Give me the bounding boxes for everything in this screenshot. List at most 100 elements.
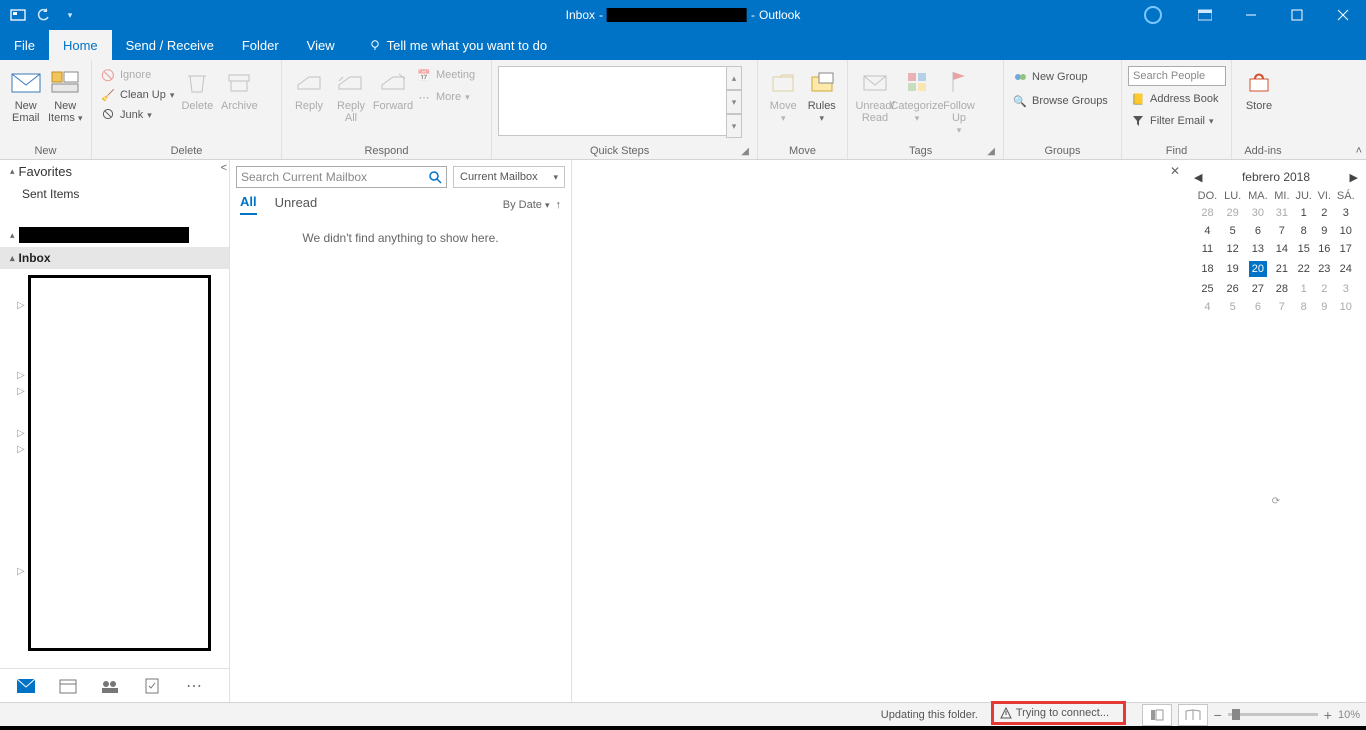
- calendar-day[interactable]: 3: [1334, 204, 1358, 222]
- calendar-day[interactable]: 8: [1292, 222, 1315, 240]
- search-people-input[interactable]: Search People: [1128, 66, 1226, 86]
- quick-steps-expand[interactable]: ▾: [726, 114, 742, 138]
- folder-expand-icon[interactable]: ▷: [17, 566, 25, 577]
- zoom-slider[interactable]: [1228, 713, 1318, 716]
- calendar-day[interactable]: 13: [1244, 240, 1271, 258]
- calendar-day[interactable]: 14: [1271, 240, 1292, 258]
- tags-launcher-icon[interactable]: ◢: [987, 146, 997, 157]
- view-normal-button[interactable]: [1142, 704, 1172, 726]
- more-respond-button[interactable]: ⋯More▾: [414, 88, 477, 106]
- calendar-day[interactable]: 1: [1292, 280, 1315, 298]
- calendar-grid[interactable]: DO.LU.MA.MI.JU.VI.SÁ. 282930311234567891…: [1194, 188, 1358, 316]
- todo-bar-close-icon[interactable]: ✕: [1170, 164, 1180, 178]
- calendar-day[interactable]: 3: [1334, 280, 1358, 298]
- calendar-day[interactable]: 9: [1315, 222, 1334, 240]
- calendar-day[interactable]: 8: [1292, 298, 1315, 316]
- delete-button[interactable]: Delete: [176, 64, 218, 114]
- calendar-day[interactable]: 30: [1244, 204, 1271, 222]
- new-group-button[interactable]: New Group: [1010, 68, 1090, 86]
- calendar-day[interactable]: 7: [1271, 222, 1292, 240]
- calendar-day[interactable]: 2: [1315, 280, 1334, 298]
- nav-mail-icon[interactable]: [16, 676, 36, 696]
- calendar-day[interactable]: 17: [1334, 240, 1358, 258]
- rules-button[interactable]: Rules▾: [803, 64, 842, 126]
- nav-people-icon[interactable]: [100, 676, 120, 696]
- sort-direction-icon[interactable]: ↑: [556, 199, 562, 211]
- folder-expand-icon[interactable]: ▷: [17, 386, 25, 397]
- calendar-day[interactable]: 27: [1244, 280, 1271, 298]
- nav-inbox[interactable]: ▴Inbox: [0, 247, 229, 269]
- calendar-day[interactable]: 9: [1315, 298, 1334, 316]
- nav-more-icon[interactable]: ⋯: [184, 676, 204, 696]
- search-icon[interactable]: [428, 170, 442, 184]
- calendar-day[interactable]: 31: [1271, 204, 1292, 222]
- junk-button[interactable]: 🛇Junk▾: [98, 106, 176, 124]
- view-reading-button[interactable]: [1178, 704, 1208, 726]
- archive-button[interactable]: Archive: [218, 64, 260, 114]
- tab-file[interactable]: File: [0, 30, 49, 60]
- filter-email-button[interactable]: Filter Email▾: [1128, 112, 1216, 130]
- folder-expand-icon[interactable]: ▷: [17, 300, 25, 311]
- follow-up-button[interactable]: Follow Up▾: [938, 64, 980, 126]
- tab-view[interactable]: View: [293, 30, 349, 60]
- filter-all[interactable]: All: [240, 194, 257, 215]
- calendar-day[interactable]: 6: [1244, 222, 1271, 240]
- quick-steps-scroll-up[interactable]: ▴: [726, 66, 742, 90]
- tell-me-search[interactable]: Tell me what you want to do: [349, 30, 547, 60]
- calendar-day[interactable]: 1: [1292, 204, 1315, 222]
- tab-folder[interactable]: Folder: [228, 30, 293, 60]
- calendar-day[interactable]: 6: [1244, 298, 1271, 316]
- close-button[interactable]: [1320, 0, 1366, 30]
- calendar-day[interactable]: 5: [1221, 298, 1245, 316]
- calendar-day[interactable]: 4: [1194, 222, 1221, 240]
- calendar-day[interactable]: 24: [1334, 258, 1358, 280]
- search-mailbox-input[interactable]: Search Current Mailbox: [236, 166, 447, 188]
- calendar-next-icon[interactable]: ▶: [1350, 171, 1358, 184]
- ribbon-collapse-button[interactable]: ˄: [1356, 145, 1362, 157]
- zoom-out-button[interactable]: −: [1214, 707, 1222, 723]
- reply-button[interactable]: Reply: [288, 64, 330, 114]
- ribbon-display-options-button[interactable]: [1182, 0, 1228, 30]
- calendar-day[interactable]: 28: [1271, 280, 1292, 298]
- calendar-day[interactable]: 23: [1315, 258, 1334, 280]
- calendar-day[interactable]: 21: [1271, 258, 1292, 280]
- favorites-header[interactable]: ▴Favorites: [0, 160, 229, 183]
- folder-expand-icon[interactable]: ▷: [17, 428, 25, 439]
- calendar-day[interactable]: 22: [1292, 258, 1315, 280]
- zoom-in-button[interactable]: +: [1324, 707, 1332, 723]
- calendar-day[interactable]: 28: [1194, 204, 1221, 222]
- new-items-button[interactable]: New Items ▾: [46, 64, 86, 126]
- minimize-button[interactable]: [1228, 0, 1274, 30]
- nav-tasks-icon[interactable]: [142, 676, 162, 696]
- nav-sent-items[interactable]: Sent Items: [0, 183, 229, 205]
- calendar-day[interactable]: 16: [1315, 240, 1334, 258]
- calendar-day[interactable]: 18: [1194, 258, 1221, 280]
- new-email-button[interactable]: New Email: [6, 64, 46, 126]
- calendar-day[interactable]: 26: [1221, 280, 1245, 298]
- calendar-day[interactable]: 10: [1334, 298, 1358, 316]
- reply-all-button[interactable]: Reply All: [330, 64, 372, 126]
- store-button[interactable]: Store: [1238, 64, 1280, 114]
- forward-button[interactable]: Forward: [372, 64, 414, 114]
- calendar-day[interactable]: 2: [1315, 204, 1334, 222]
- quick-steps-launcher-icon[interactable]: ◢: [741, 146, 751, 157]
- maximize-button[interactable]: [1274, 0, 1320, 30]
- calendar-prev-icon[interactable]: ◀: [1194, 171, 1202, 184]
- cleanup-button[interactable]: 🧹Clean Up▾: [98, 86, 176, 104]
- search-scope-dropdown[interactable]: Current Mailbox▾: [453, 166, 565, 188]
- quick-steps-scroll-down[interactable]: ▾: [726, 90, 742, 114]
- calendar-day[interactable]: 12: [1221, 240, 1245, 258]
- ignore-button[interactable]: 🚫Ignore: [98, 66, 176, 84]
- cortana-icon[interactable]: [1144, 6, 1162, 24]
- calendar-day[interactable]: 7: [1271, 298, 1292, 316]
- calendar-day[interactable]: 4: [1194, 298, 1221, 316]
- folder-expand-icon[interactable]: ▷: [17, 370, 25, 381]
- calendar-day[interactable]: 29: [1221, 204, 1245, 222]
- quick-steps-gallery[interactable]: ▴ ▾ ▾: [498, 66, 742, 136]
- account-header[interactable]: ▴: [0, 223, 229, 247]
- tab-home[interactable]: Home: [49, 30, 112, 60]
- filter-unread[interactable]: Unread: [275, 195, 318, 214]
- meeting-button[interactable]: 📅Meeting: [414, 66, 477, 84]
- folder-expand-icon[interactable]: ▷: [17, 444, 25, 455]
- address-book-button[interactable]: 📒Address Book: [1128, 90, 1220, 108]
